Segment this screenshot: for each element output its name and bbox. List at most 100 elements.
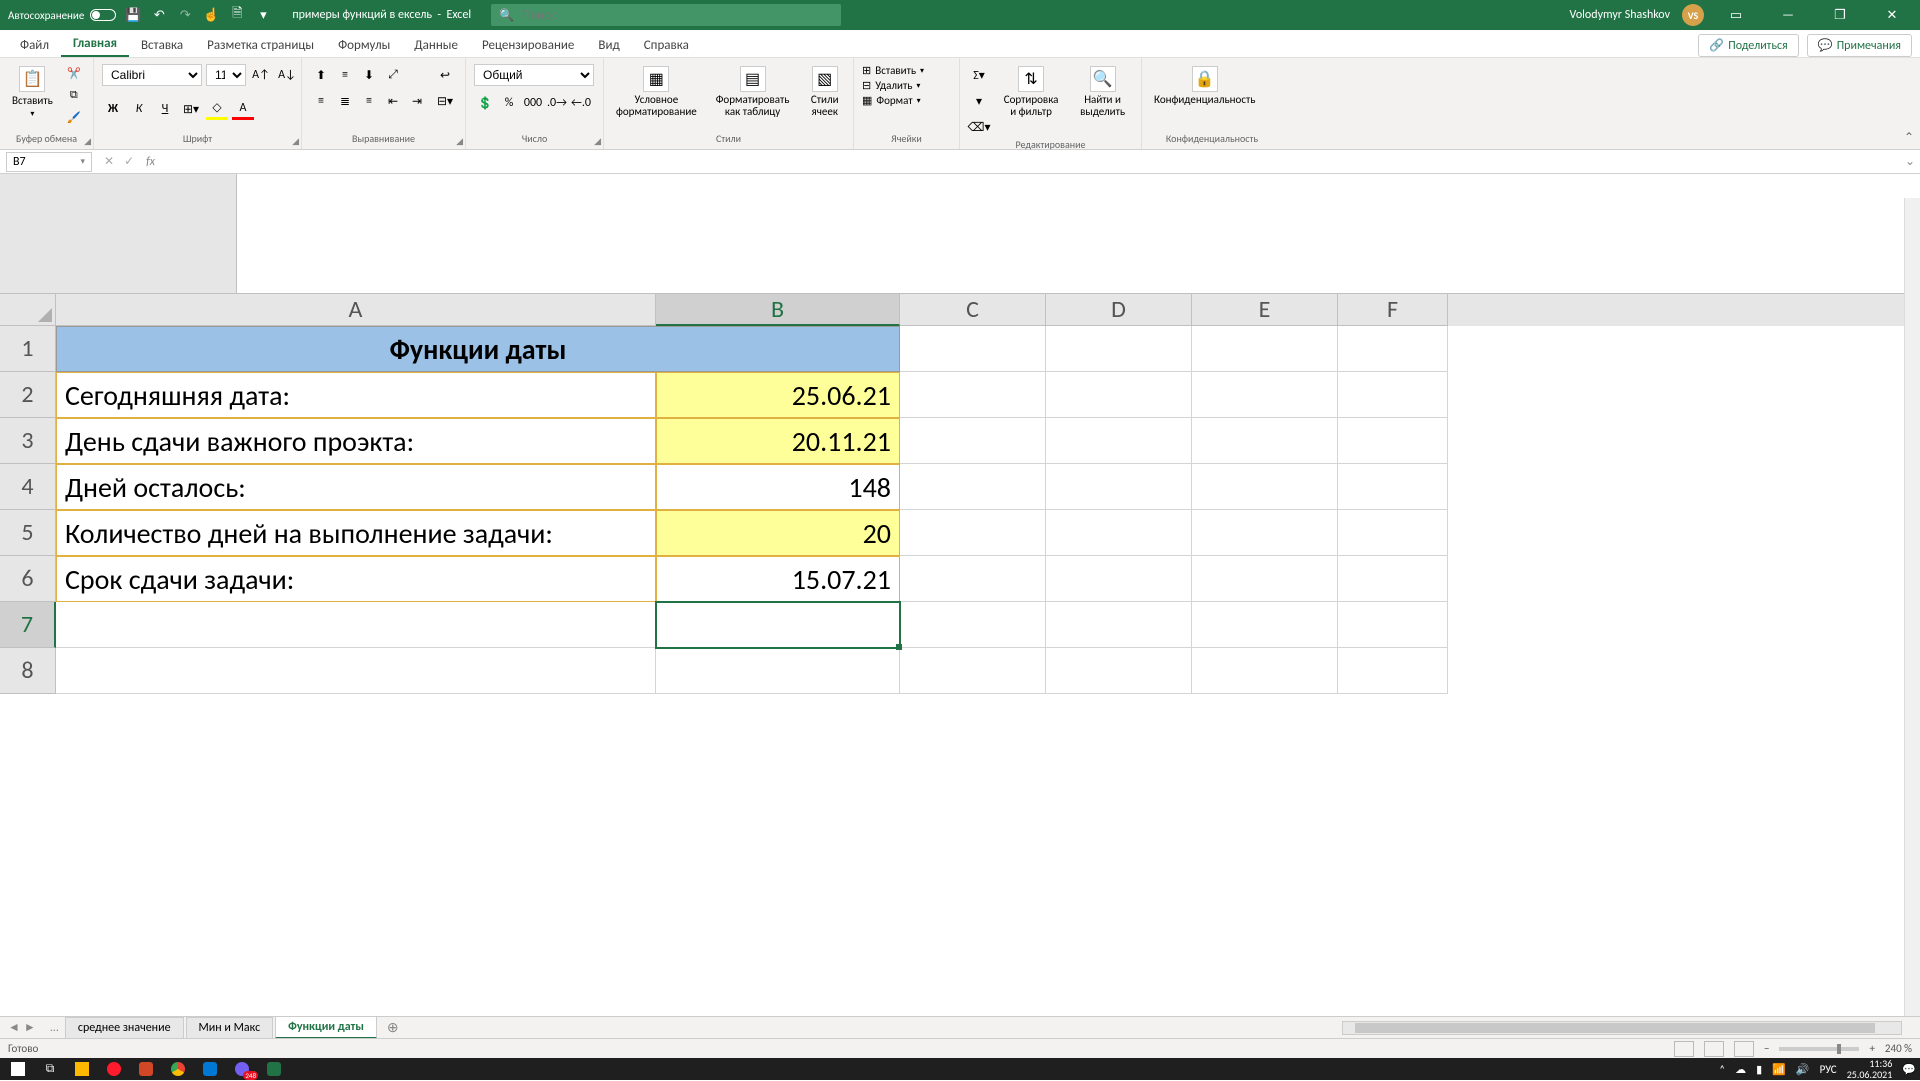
cut-icon[interactable]: ✂️ [63, 64, 85, 82]
touch-mode-icon[interactable]: ☝ [202, 6, 220, 24]
fill-color-icon[interactable]: ◇ [206, 98, 228, 120]
minimize-icon[interactable]: — [1768, 0, 1808, 30]
col-header-B[interactable]: B [656, 294, 900, 326]
tab-data[interactable]: Данные [402, 32, 470, 57]
task-view-icon[interactable]: ⧉ [36, 1059, 64, 1079]
toggle-off-icon[interactable] [90, 9, 116, 21]
decrease-indent-icon[interactable]: ⇤ [382, 90, 404, 112]
cell-E8[interactable] [1192, 648, 1338, 694]
collapse-ribbon-icon[interactable]: ⌃ [1904, 130, 1914, 145]
percent-icon[interactable]: % [498, 92, 520, 114]
cell-D5[interactable] [1046, 510, 1192, 556]
tab-home[interactable]: Главная [61, 30, 129, 57]
formula-input[interactable] [161, 152, 1900, 172]
cell-F1[interactable] [1338, 326, 1448, 372]
cell-B7[interactable] [656, 602, 900, 648]
zoom-out-icon[interactable]: − [1764, 1042, 1769, 1055]
cell-A8[interactable] [56, 648, 656, 694]
chrome-icon[interactable] [164, 1059, 192, 1079]
tab-insert[interactable]: Вставка [129, 32, 195, 57]
wrap-text-icon[interactable]: ↩ [434, 64, 456, 86]
dialog-launcher-icon[interactable]: ◢ [456, 136, 463, 147]
row-header-8[interactable]: 8 [0, 648, 56, 694]
cell-A3[interactable]: День сдачи важного проэкта: [56, 418, 656, 464]
zoom-in-icon[interactable]: + [1869, 1042, 1874, 1055]
format-cells-button[interactable]: ▦Формат▾ [862, 94, 924, 107]
cell-E2[interactable] [1192, 372, 1338, 418]
cell-A4[interactable]: Дней осталось: [56, 464, 656, 510]
cell-E1[interactable] [1192, 326, 1338, 372]
copy-icon[interactable]: ⧉ [63, 86, 85, 104]
cell-C2[interactable] [900, 372, 1046, 418]
cell-F7[interactable] [1338, 602, 1448, 648]
decrease-font-icon[interactable]: A↓ [276, 64, 298, 86]
cell-D4[interactable] [1046, 464, 1192, 510]
row-header-6[interactable]: 6 [0, 556, 56, 602]
user-name[interactable]: Volodymyr Shashkov [1570, 8, 1670, 22]
cell-F5[interactable] [1338, 510, 1448, 556]
fx-icon[interactable]: fx [146, 155, 161, 169]
sheet-overflow[interactable]: ... [44, 1021, 65, 1035]
cell-D3[interactable] [1046, 418, 1192, 464]
comments-button[interactable]: 💬Примечания [1807, 34, 1912, 57]
comma-icon[interactable]: 000 [522, 92, 544, 114]
sheet-nav-prev-icon[interactable]: ◄ [8, 1020, 20, 1035]
align-right-icon[interactable]: ≡ [358, 90, 380, 112]
fill-icon[interactable]: ▾ [968, 90, 990, 112]
col-header-F[interactable]: F [1338, 294, 1448, 326]
cell-F4[interactable] [1338, 464, 1448, 510]
cells-area[interactable]: Функции даты Сегодняшняя дата: 25.06.21 … [56, 326, 1448, 694]
cell-A1-B1-merged[interactable]: Функции даты [56, 326, 900, 372]
cell-C6[interactable] [900, 556, 1046, 602]
align-middle-icon[interactable]: ≡ [334, 64, 356, 86]
cell-E5[interactable] [1192, 510, 1338, 556]
outlook-icon[interactable] [196, 1059, 224, 1079]
taskbar-clock[interactable]: 11:36 25.06.2021 [1847, 1058, 1893, 1080]
tab-page-layout[interactable]: Разметка страницы [195, 32, 326, 57]
share-button[interactable]: 🔗Поделиться [1698, 34, 1798, 57]
volume-icon[interactable]: 🔊 [1796, 1063, 1810, 1076]
tab-help[interactable]: Справка [632, 32, 701, 57]
cell-D6[interactable] [1046, 556, 1192, 602]
font-name-select[interactable]: Calibri [102, 64, 202, 86]
cell-styles-button[interactable]: ▧ Стили ячеек [804, 64, 845, 120]
row-header-7[interactable]: 7 [0, 602, 56, 648]
wifi-icon[interactable]: 📶 [1772, 1063, 1786, 1076]
row-header-2[interactable]: 2 [0, 372, 56, 418]
powerpoint-icon[interactable] [132, 1059, 160, 1079]
bold-button[interactable]: Ж [102, 98, 124, 120]
file-explorer-icon[interactable] [68, 1059, 96, 1079]
page-layout-view-icon[interactable] [1704, 1041, 1724, 1057]
conditional-formatting-button[interactable]: ▦ Условное форматирование [612, 64, 701, 120]
sheet-tab-2[interactable]: Функции даты [275, 1016, 377, 1039]
save-icon[interactable]: 💾 [124, 6, 142, 24]
page-break-view-icon[interactable] [1734, 1041, 1754, 1057]
notifications-icon[interactable]: 💬 [1902, 1063, 1916, 1076]
col-header-A[interactable]: A [56, 294, 656, 326]
name-box[interactable]: B7▾ [6, 152, 92, 172]
sheet-tab-1[interactable]: Мин и Макс [186, 1017, 274, 1038]
tab-view[interactable]: Вид [586, 32, 631, 57]
dialog-launcher-icon[interactable]: ◢ [292, 136, 299, 147]
excel-icon[interactable] [260, 1059, 288, 1079]
col-header-C[interactable]: C [900, 294, 1046, 326]
cell-D7[interactable] [1046, 602, 1192, 648]
autosum-icon[interactable]: Σ▾ [968, 64, 990, 86]
onedrive-icon[interactable]: ☁ [1735, 1063, 1746, 1076]
qat-customize-icon[interactable]: ▾ [254, 6, 272, 24]
maximize-icon[interactable]: ❐ [1820, 0, 1860, 30]
tray-chevron-icon[interactable]: ˄ [1719, 1063, 1725, 1076]
italic-button[interactable]: К [128, 98, 150, 120]
format-as-table-button[interactable]: ▤ Форматировать как таблицу [711, 64, 795, 120]
cell-A7[interactable] [56, 602, 656, 648]
paste-button[interactable]: 📋 Вставить ▾ [8, 64, 57, 121]
cell-D1[interactable] [1046, 326, 1192, 372]
sort-filter-button[interactable]: ⇅ Сортировка и фильтр [996, 64, 1066, 120]
col-header-D[interactable]: D [1046, 294, 1192, 326]
cancel-formula-icon[interactable]: ✕ [104, 154, 114, 169]
cell-C4[interactable] [900, 464, 1046, 510]
orientation-icon[interactable]: ⤢ [382, 64, 404, 86]
start-button[interactable] [4, 1059, 32, 1079]
zoom-level[interactable]: 240 % [1885, 1042, 1912, 1055]
currency-icon[interactable]: 💲 [474, 92, 496, 114]
